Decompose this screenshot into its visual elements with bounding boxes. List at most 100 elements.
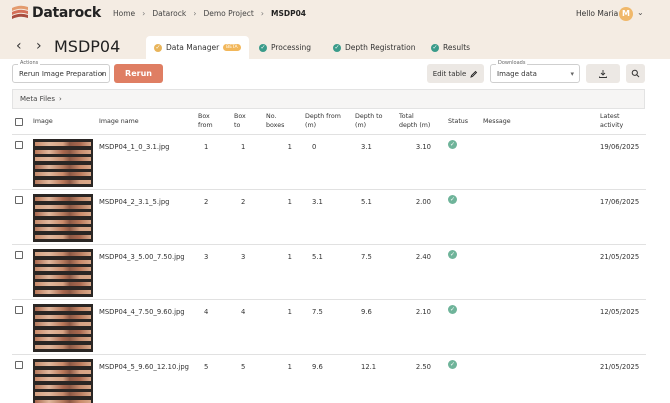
meta-files-toggle[interactable]: Meta Files › [12, 89, 645, 109]
box-from-cell: 4 [204, 308, 209, 316]
datarock-logo-icon [12, 5, 28, 19]
depth-from-cell: 0 [312, 143, 317, 151]
table-row[interactable]: MSDP04_1_0_3.1.jpg 1 1 1 0 3.1 3.10 19/06/2025 ✓ [0, 135, 670, 190]
table-row[interactable]: MSDP04_2_3.1_5.jpg 2 2 1 3.1 5.1 2.00 17/06/202… [0, 190, 670, 245]
core-segment [35, 259, 91, 264]
core-segment [35, 392, 91, 396]
core-segment [35, 282, 91, 286]
no-boxes-cell: 1 [287, 363, 292, 371]
core-tray-thumbnail[interactable] [33, 359, 93, 403]
beta-badge: BETA [223, 44, 241, 51]
col-image: Image [33, 118, 53, 125]
actions-label: Actions [18, 60, 41, 66]
depth-from-cell: 9.6 [312, 363, 323, 371]
back-arrow-icon[interactable]: ‹ [16, 38, 22, 54]
table-row[interactable]: MSDP04_3_5.00_7.50.jpg 3 3 1 5.1 7.5 2.40 21/05… [0, 245, 670, 300]
core-segment [35, 362, 91, 366]
core-segment [35, 172, 91, 176]
core-segment [35, 329, 91, 334]
core-tray-thumbnail[interactable] [33, 194, 93, 242]
status-check-icon: ✓ [448, 360, 457, 369]
core-segment [35, 384, 91, 389]
breadcrumb: Home › Datarock › Demo Project › MSDP04 [113, 9, 306, 18]
downloads-select[interactable]: Downloads Image data ▾ [490, 60, 580, 83]
breadcrumb-home[interactable]: Home [113, 9, 135, 18]
core-segment [35, 164, 91, 169]
core-segment [35, 314, 91, 319]
downloads-label: Downloads [496, 60, 528, 66]
latest-activity-cell: 19/06/2025 [600, 143, 640, 151]
depth-to-cell: 12.1 [361, 363, 377, 371]
tab-results[interactable]: ✓ Results [423, 36, 478, 59]
tab-data-manager[interactable]: ✓ Data Manager BETA [146, 36, 249, 59]
box-from-cell: 5 [204, 363, 209, 371]
download-button[interactable] [586, 64, 620, 83]
box-from-cell: 2 [204, 198, 209, 206]
latest-activity-cell: 12/05/2025 [600, 308, 640, 316]
box-from-cell: 3 [204, 253, 209, 261]
core-tray-thumbnail[interactable] [33, 139, 93, 187]
col-status: Status [448, 118, 469, 125]
col-depth-from: Depth from (m) [305, 113, 341, 129]
edit-table-button[interactable]: Edit table [427, 64, 484, 83]
pencil-icon [470, 70, 478, 78]
tab-label: Data Manager [166, 43, 220, 52]
table-row[interactable]: MSDP04_4_7.50_9.60.jpg 4 4 1 7.5 9.6 2.10 12/05… [0, 300, 670, 355]
core-segment [35, 149, 91, 154]
status-check-icon: ✓ [448, 305, 457, 314]
col-box-to: Box to [234, 113, 246, 129]
latest-activity-cell: 17/06/2025 [600, 198, 640, 206]
core-segment [35, 227, 91, 231]
core-tray-thumbnail[interactable] [33, 304, 93, 352]
core-segment [35, 307, 91, 311]
col-no-boxes: No. boxes [266, 113, 285, 129]
total-depth-cell: 2.50 [415, 363, 431, 371]
forward-arrow-icon[interactable]: › [36, 38, 42, 54]
downloads-value: Image data [497, 70, 537, 78]
core-segment [35, 204, 91, 209]
image-name-cell: MSDP04_5_9.60_12.10.jpg [99, 363, 189, 371]
core-segment [35, 142, 91, 146]
core-segment [35, 344, 91, 349]
core-segment [35, 179, 91, 184]
box-to-cell: 1 [241, 143, 246, 151]
avatar[interactable]: M [619, 7, 633, 21]
core-segment [35, 267, 91, 271]
row-checkbox[interactable] [15, 196, 23, 204]
actions-select[interactable]: Actions Rerun Image Preparation ▾ [12, 60, 110, 83]
actions-value: Rerun Image Preparation [19, 70, 107, 78]
select-all-checkbox[interactable] [15, 118, 23, 126]
row-checkbox[interactable] [15, 306, 23, 314]
core-segment [35, 197, 91, 201]
rerun-button[interactable]: Rerun [114, 64, 163, 83]
search-button[interactable] [626, 64, 645, 83]
total-depth-cell: 2.40 [415, 253, 431, 261]
tab-label: Depth Registration [345, 43, 416, 52]
check-circle-icon: ✓ [259, 43, 267, 52]
table-row[interactable]: MSDP04_5_9.60_12.10.jpg 5 5 1 9.6 12.1 2.50 21/… [0, 355, 670, 403]
row-checkbox[interactable] [15, 361, 23, 369]
depth-to-cell: 9.6 [361, 308, 372, 316]
tab-depth-registration[interactable]: ✓ Depth Registration [325, 36, 423, 59]
breadcrumb-org[interactable]: Datarock [152, 9, 186, 18]
core-segment [35, 377, 91, 381]
core-tray-thumbnail[interactable] [33, 249, 93, 297]
row-checkbox[interactable] [15, 141, 23, 149]
tab-processing[interactable]: ✓ Processing [251, 36, 319, 59]
col-image-name: Image name [99, 118, 139, 125]
breadcrumb-project[interactable]: Demo Project [203, 9, 253, 18]
chevron-right-icon: › [142, 9, 146, 18]
latest-activity-cell: 21/05/2025 [600, 253, 640, 261]
row-checkbox[interactable] [15, 251, 23, 259]
tab-label: Results [443, 43, 471, 52]
core-segment [35, 289, 91, 294]
col-message: Message [483, 118, 511, 125]
logo[interactable]: Datarock [11, 4, 101, 22]
core-segment [35, 157, 91, 161]
core-segment [35, 212, 91, 216]
total-depth-cell: 2.10 [415, 308, 431, 316]
search-icon [631, 69, 640, 78]
check-circle-icon: ✓ [431, 43, 439, 52]
chevron-down-icon[interactable]: ⌄ [637, 8, 644, 17]
status-check-icon: ✓ [448, 250, 457, 259]
